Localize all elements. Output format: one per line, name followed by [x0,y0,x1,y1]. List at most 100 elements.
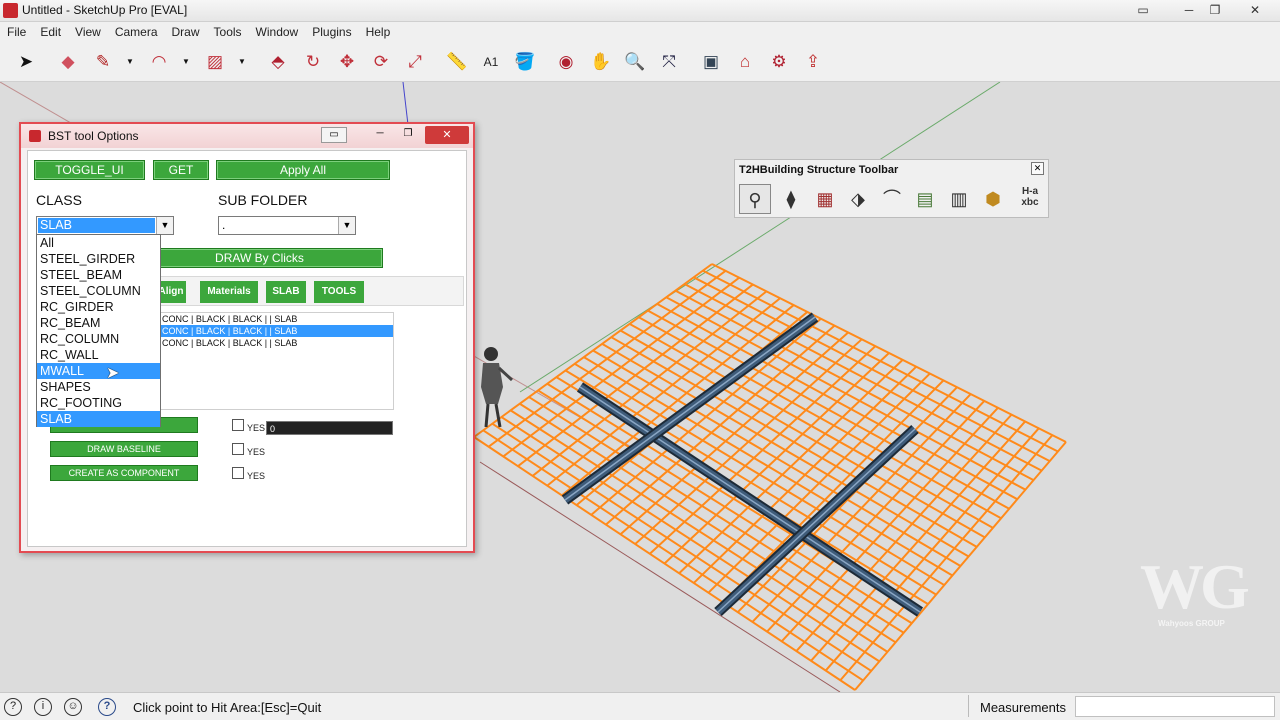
dialog-title-bar: BST tool Options ▭ ─ ❐ ✕ [21,124,473,148]
yes-checkbox-2[interactable] [232,443,244,455]
t2h-close-button[interactable]: ✕ [1031,162,1044,175]
material-listbox[interactable]: CONC | BLACK | BLACK | | SLAB CONC | BLA… [140,312,394,410]
class-option-slab[interactable]: SLAB [37,411,160,427]
pencil-icon[interactable]: ✎ [90,49,116,75]
arc-dropdown-icon[interactable]: ▼ [180,49,192,75]
box-tool-icon[interactable]: ⬢ [977,184,1009,214]
beam-tool-icon[interactable]: ⬗ [842,184,874,214]
chevron-down-icon[interactable]: ▼ [338,217,355,234]
menu-help[interactable]: Help [359,22,398,39]
toggle-ui-button[interactable]: TOGGLE_UI [34,160,145,180]
tape-measure-icon[interactable]: 📏 [444,49,470,75]
class-option-steel-beam[interactable]: STEEL_BEAM [37,267,160,283]
list-item[interactable]: CONC | BLACK | BLACK | | SLAB [141,313,393,325]
class-option-steel-girder[interactable]: STEEL_GIRDER [37,251,160,267]
class-option-all[interactable]: All [37,235,160,251]
dialog-close-button[interactable]: ✕ [425,126,469,144]
material-tool-icon[interactable]: ▥ [943,184,975,214]
follow-me-icon[interactable]: ↻ [300,49,326,75]
grid-line [629,323,994,529]
menu-file[interactable]: File [0,22,33,39]
offset-input[interactable]: 0 [266,421,393,435]
push-pull-icon[interactable]: ⬘ [265,49,291,75]
grid-line [619,329,986,539]
zoom-icon[interactable]: 🔍 [622,49,648,75]
menu-edit[interactable]: Edit [33,22,68,39]
yes-checkbox-3[interactable] [232,467,244,479]
list-item-selected[interactable]: CONC | BLACK | BLACK | | SLAB [141,325,393,337]
close-button[interactable]: ✕ [1242,1,1268,19]
menu-camera[interactable]: Camera [108,22,165,39]
minimize-button[interactable]: ─ [1176,1,1202,19]
pencil-dropdown-icon[interactable]: ▼ [124,49,136,75]
user-icon[interactable]: ☺ [64,698,82,716]
menu-window[interactable]: Window [249,22,306,39]
wall-tool-icon[interactable]: ▦ [809,184,841,214]
eraser-icon[interactable]: ◆ [55,49,81,75]
table-tool-icon[interactable]: ▤ [909,184,941,214]
measurements-input[interactable] [1075,696,1275,717]
list-item[interactable]: CONC | BLACK | BLACK | | SLAB [141,337,393,349]
create-as-component-button[interactable]: CREATE AS COMPONENT [50,465,198,481]
move-icon[interactable]: ✥ [334,49,360,75]
yes-checkbox-1[interactable] [232,419,244,431]
h-a-xbc-icon[interactable]: H-a xbc [1015,186,1045,208]
window-title: Untitled - SketchUp Pro [EVAL] [22,3,188,17]
rectangle-dropdown-icon[interactable]: ▼ [236,49,248,75]
zoom-extents-icon[interactable]: ⤧ [656,49,682,75]
tab-tools[interactable]: TOOLS [314,281,364,303]
apply-all-button[interactable]: Apply All [216,160,390,180]
column-tool-icon[interactable]: ⚲ [739,184,771,214]
rotate-icon[interactable]: ⟳ [368,49,394,75]
tab-slab[interactable]: SLAB [266,281,306,303]
warehouse-icon[interactable]: ⌂ [732,49,758,75]
text-icon[interactable]: A1 [478,49,504,75]
extension-icon[interactable]: ⚙ [766,49,792,75]
sketchup-logo-icon [3,3,18,18]
roof-tool-icon[interactable]: ⌒ [876,184,908,214]
class-option-rc-footing[interactable]: RC_FOOTING [37,395,160,411]
menu-view[interactable]: View [68,22,108,39]
menu-bar: File Edit View Camera Draw Tools Window Plugins… [0,22,1280,42]
paint-bucket-icon[interactable]: 🪣 [512,49,538,75]
watermark-text: Wahyoos GROUP [1158,619,1225,628]
class-select-value: SLAB [38,218,155,233]
dialog-maximize-button[interactable]: ❐ [395,127,421,143]
class-option-mwall[interactable]: MWALL [37,363,160,379]
draw-baseline-button[interactable]: DRAW BASELINE [50,441,198,457]
class-option-rc-column[interactable]: RC_COLUMN [37,331,160,347]
green-axis-line [519,82,1001,393]
share-icon[interactable]: ⇪ [800,49,826,75]
restore-small-button[interactable]: ▭ [1130,1,1156,19]
maximize-button[interactable]: ❐ [1202,1,1228,19]
menu-draw[interactable]: Draw [165,22,207,39]
help-icon[interactable]: ? [98,698,116,716]
chevron-down-icon[interactable]: ▼ [156,217,173,234]
stair-tool-icon[interactable]: ⧫ [775,184,807,214]
subfolder-select[interactable]: . ▼ [218,216,356,235]
class-select[interactable]: SLAB ▼ [36,216,174,235]
scale-icon[interactable]: ⤢ [402,49,428,75]
class-option-rc-girder[interactable]: RC_GIRDER [37,299,160,315]
geo-location-icon[interactable]: ? [4,698,22,716]
dialog-minimize-button[interactable]: ─ [367,127,393,143]
dialog-restore-button[interactable]: ▭ [321,127,347,143]
menu-tools[interactable]: Tools [207,22,249,39]
get-button[interactable]: GET [153,160,209,180]
dialog-app-icon [29,130,41,142]
tab-materials[interactable]: Materials [200,281,258,303]
watermark-logo: WG [1140,551,1250,622]
model-info-icon[interactable]: ▣ [698,49,724,75]
arc-icon[interactable]: ◠ [146,49,172,75]
rectangle-icon[interactable]: ▨ [202,49,228,75]
class-option-rc-beam[interactable]: RC_BEAM [37,315,160,331]
class-option-shapes[interactable]: SHAPES [37,379,160,395]
class-option-steel-column[interactable]: STEEL_COLUMN [37,283,160,299]
menu-plugins[interactable]: Plugins [305,22,358,39]
class-option-rc-wall[interactable]: RC_WALL [37,347,160,363]
t2h-structure-toolbar: T2HBuilding Structure Toolbar ✕ ⚲ ⧫ ▦ ⬗ … [734,159,1049,218]
orbit-icon[interactable]: ◉ [553,49,579,75]
info-icon[interactable]: i [34,698,52,716]
select-icon[interactable]: ➤ [13,49,39,75]
pan-icon[interactable]: ✋ [588,49,614,75]
